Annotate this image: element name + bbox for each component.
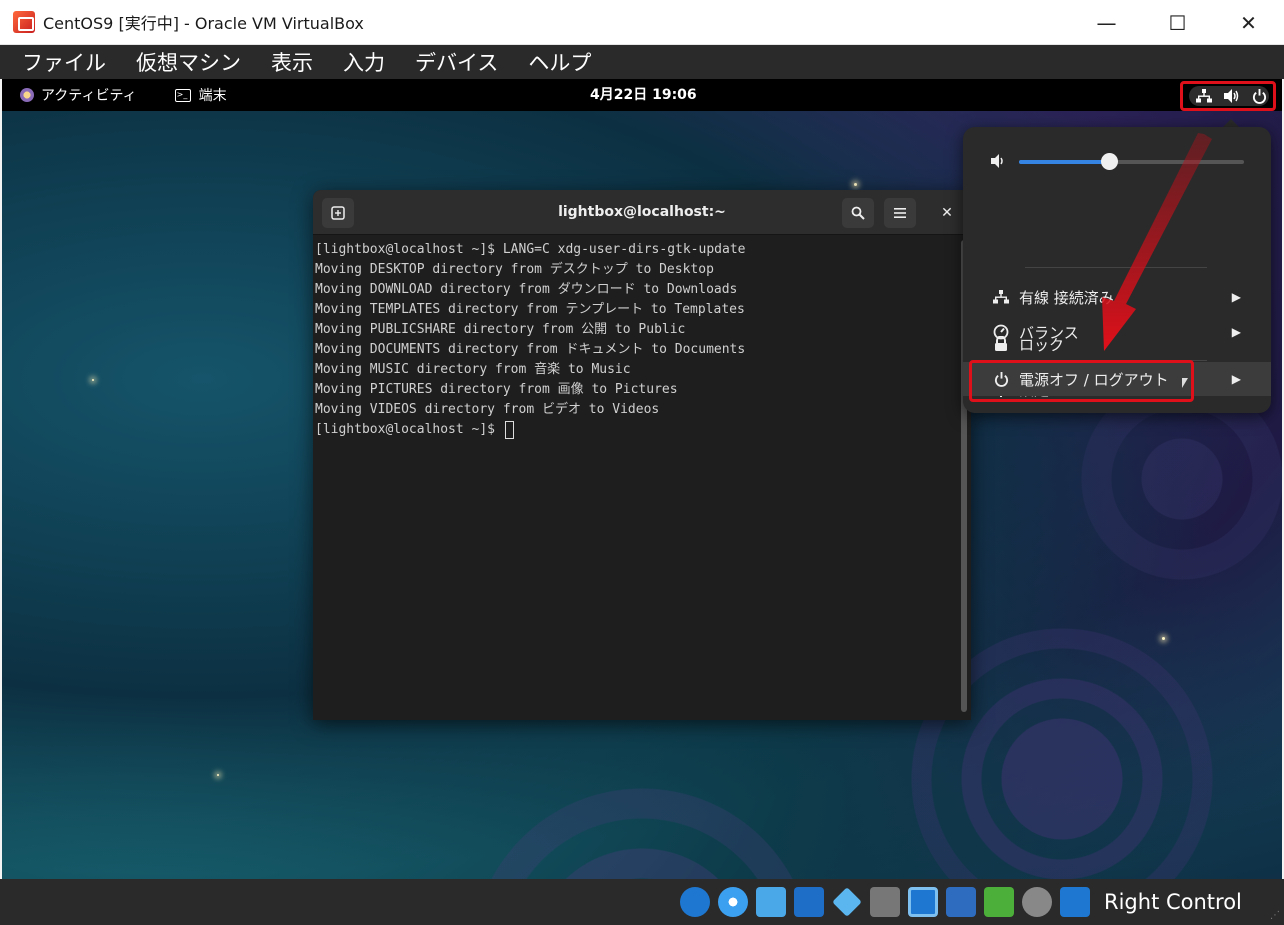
vbox-statusbar: Right Control ⋰ [0,879,1284,925]
window-controls: — ☐ ✕ [1071,0,1284,45]
shared-folders-icon[interactable] [870,887,900,917]
terminal-headerbar[interactable]: lightbox@localhost:~ ✕ [313,190,971,235]
terminal-icon: >_ [174,88,191,102]
virtualbox-app-icon [13,11,35,33]
optical-drive-icon[interactable] [718,887,748,917]
menu-view[interactable]: 表示 [271,47,313,77]
app-menu-label: 端末 [198,88,227,104]
close-button[interactable]: ✕ [1213,0,1284,45]
hamburger-menu-button[interactable] [884,198,916,228]
menu-machine[interactable]: 仮想マシン [136,47,241,77]
minimize-button[interactable]: — [1071,0,1142,45]
terminal-line: Moving PICTURES directory from 画像 to Pic… [315,382,678,397]
activities-icon [20,88,34,102]
terminal-output[interactable]: [lightbox@localhost ~]$ LANG=C xdg-user-… [313,235,971,440]
annotation-highlight-box [969,360,1194,402]
volume-icon [1224,89,1239,103]
submenu-arrow-icon: ▶ [1231,290,1241,304]
gnome-topbar: アクティビティ >_ 端末 4月22日 19:06 [2,79,1282,111]
menu-input[interactable]: 入力 [343,47,385,77]
terminal-window[interactable]: lightbox@localhost:~ ✕ [lightbox@localho… [313,190,971,720]
wallpaper-star [1162,637,1165,640]
network-icon [991,290,1011,304]
terminal-prompt: [lightbox@localhost ~]$ [315,422,503,437]
volume-low-icon [991,154,1003,168]
hard-disk-icon[interactable] [680,887,710,917]
guest-desktop[interactable]: アクティビティ >_ 端末 4月22日 19:06 lightbox@local… [2,79,1282,879]
activities-label: アクティビティ [41,88,137,104]
mouse-integration-icon[interactable] [1022,887,1052,917]
wallpaper-star [217,774,219,776]
mouse-pointer-icon [1182,378,1188,388]
terminal-line: Moving TEMPLATES directory from テンプレート t… [315,302,745,317]
power-icon [1252,88,1267,104]
menu-file[interactable]: ファイル [22,47,106,77]
host-key-label: Right Control [1104,890,1242,914]
menu-item-label: ロック [1019,335,1065,354]
terminal-line: Moving PUBLICSHARE directory from 公開 to … [315,322,686,337]
wallpaper-star [854,183,857,186]
clock[interactable]: 4月22日 19:06 [590,79,697,111]
search-icon [851,206,865,220]
system-tray[interactable] [1180,81,1276,111]
close-icon: ✕ [941,205,953,221]
terminal-line: Moving DOWNLOAD directory from ダウンロード to… [315,282,738,297]
hamburger-icon [894,208,906,218]
window-title: CentOS9 [実行中] - Oracle VM VirtualBox [43,14,364,33]
submenu-arrow-icon: ▶ [1231,372,1241,386]
activities-button[interactable]: アクティビティ [20,85,137,105]
keyboard-capture-icon[interactable] [1060,887,1090,917]
terminal-line: [lightbox@localhost ~]$ LANG=C xdg-user-… [315,242,746,257]
terminal-line: Moving DOCUMENTS directory from ドキュメント t… [315,342,746,357]
usb-icon[interactable] [832,887,862,917]
maximize-button[interactable]: ☐ [1142,0,1213,45]
audio-icon[interactable] [756,887,786,917]
terminal-line: Moving DESKTOP directory from デスクトップ to … [315,262,714,277]
window-titlebar: CentOS9 [実行中] - Oracle VM VirtualBox — ☐… [0,0,1284,45]
cpu-icon[interactable] [984,887,1014,917]
network-icon [1196,89,1212,103]
network-icon[interactable] [794,887,824,917]
wallpaper-star [92,379,94,381]
menu-devices[interactable]: デバイス [415,47,498,77]
terminal-close-button[interactable]: ✕ [931,198,963,228]
vbox-menubar: ファイル 仮想マシン 表示 入力 デバイス ヘルプ [0,45,1284,79]
resize-grip-icon[interactable]: ⋰ [1270,910,1280,921]
terminal-line: Moving MUSIC directory from 音楽 to Music [315,362,631,377]
text-cursor [504,420,514,439]
annotation-arrow [1102,133,1212,351]
lock-icon [991,336,1011,352]
app-menu-terminal[interactable]: >_ 端末 [174,85,227,105]
display-icon[interactable] [908,887,938,917]
recording-icon[interactable] [946,887,976,917]
terminal-line: Moving VIDEOS directory from ビデオ to Vide… [315,402,660,417]
search-button[interactable] [842,198,874,228]
terminal-prompt-line[interactable]: [lightbox@localhost ~]$ [315,420,971,440]
menu-help[interactable]: ヘルプ [528,47,591,77]
